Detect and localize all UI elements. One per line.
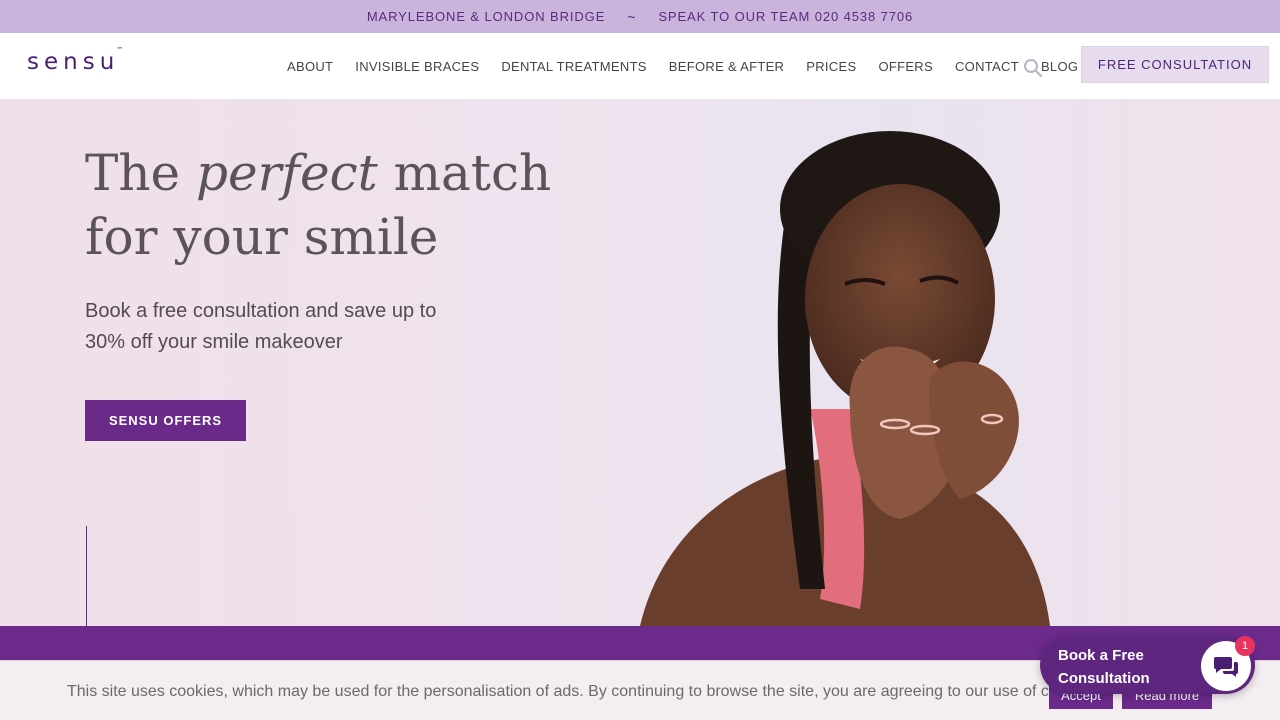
menu-item-blog[interactable]: BLOG bbox=[1041, 59, 1078, 74]
logo[interactable]: sensu™ bbox=[27, 46, 124, 75]
main-menu: ABOUT INVISIBLE BRACES DENTAL TREATMENTS… bbox=[276, 33, 1089, 99]
hero-title-part2: match bbox=[377, 144, 552, 202]
hero-title-line2: for your smile bbox=[85, 208, 439, 266]
chat-widget[interactable]: Book a Free Consultation 1 bbox=[1040, 636, 1255, 694]
menu-item-dental-treatments[interactable]: DENTAL TREATMENTS bbox=[501, 59, 646, 74]
hero-section: The perfect match for your smile Book a … bbox=[0, 99, 1280, 626]
hero-title-part1: The bbox=[85, 144, 197, 202]
separator: ~ bbox=[627, 8, 637, 25]
menu-item-before-after[interactable]: BEFORE & AFTER bbox=[669, 59, 784, 74]
free-consultation-button[interactable]: FREE CONSULTATION bbox=[1081, 46, 1269, 83]
search-icon[interactable] bbox=[1023, 58, 1043, 78]
top-info-bar: MARYLEBONE & LONDON BRIDGE ~ SPEAK TO OU… bbox=[0, 0, 1280, 33]
cookie-message: This site uses cookies, which may be use… bbox=[67, 683, 1100, 700]
logo-text: sensu bbox=[27, 49, 120, 75]
chat-label: Book a Free Consultation bbox=[1058, 647, 1150, 687]
notification-badge: 1 bbox=[1235, 636, 1255, 656]
hero-title: The perfect match for your smile bbox=[85, 141, 551, 269]
main-header: sensu™ ABOUT INVISIBLE BRACES DENTAL TRE… bbox=[0, 33, 1280, 99]
phone-link[interactable]: SPEAK TO OUR TEAM 020 4538 7706 bbox=[658, 9, 913, 24]
menu-item-prices[interactable]: PRICES bbox=[806, 59, 856, 74]
hero-portrait-image bbox=[640, 131, 1050, 626]
menu-item-about[interactable]: ABOUT bbox=[287, 59, 333, 74]
sensu-offers-button[interactable]: SENSU OFFERS bbox=[85, 400, 246, 441]
menu-item-contact[interactable]: CONTACT bbox=[955, 59, 1019, 74]
decorative-line bbox=[86, 526, 87, 626]
menu-item-invisible-braces[interactable]: INVISIBLE BRACES bbox=[355, 59, 479, 74]
menu-item-offers[interactable]: OFFERS bbox=[878, 59, 933, 74]
hero-subtitle: Book a free consultation and save up to … bbox=[85, 300, 437, 353]
hero-title-emphasis: perfect bbox=[196, 144, 378, 202]
logo-trademark: ™ bbox=[116, 46, 124, 55]
locations-text: MARYLEBONE & LONDON BRIDGE bbox=[366, 9, 606, 24]
